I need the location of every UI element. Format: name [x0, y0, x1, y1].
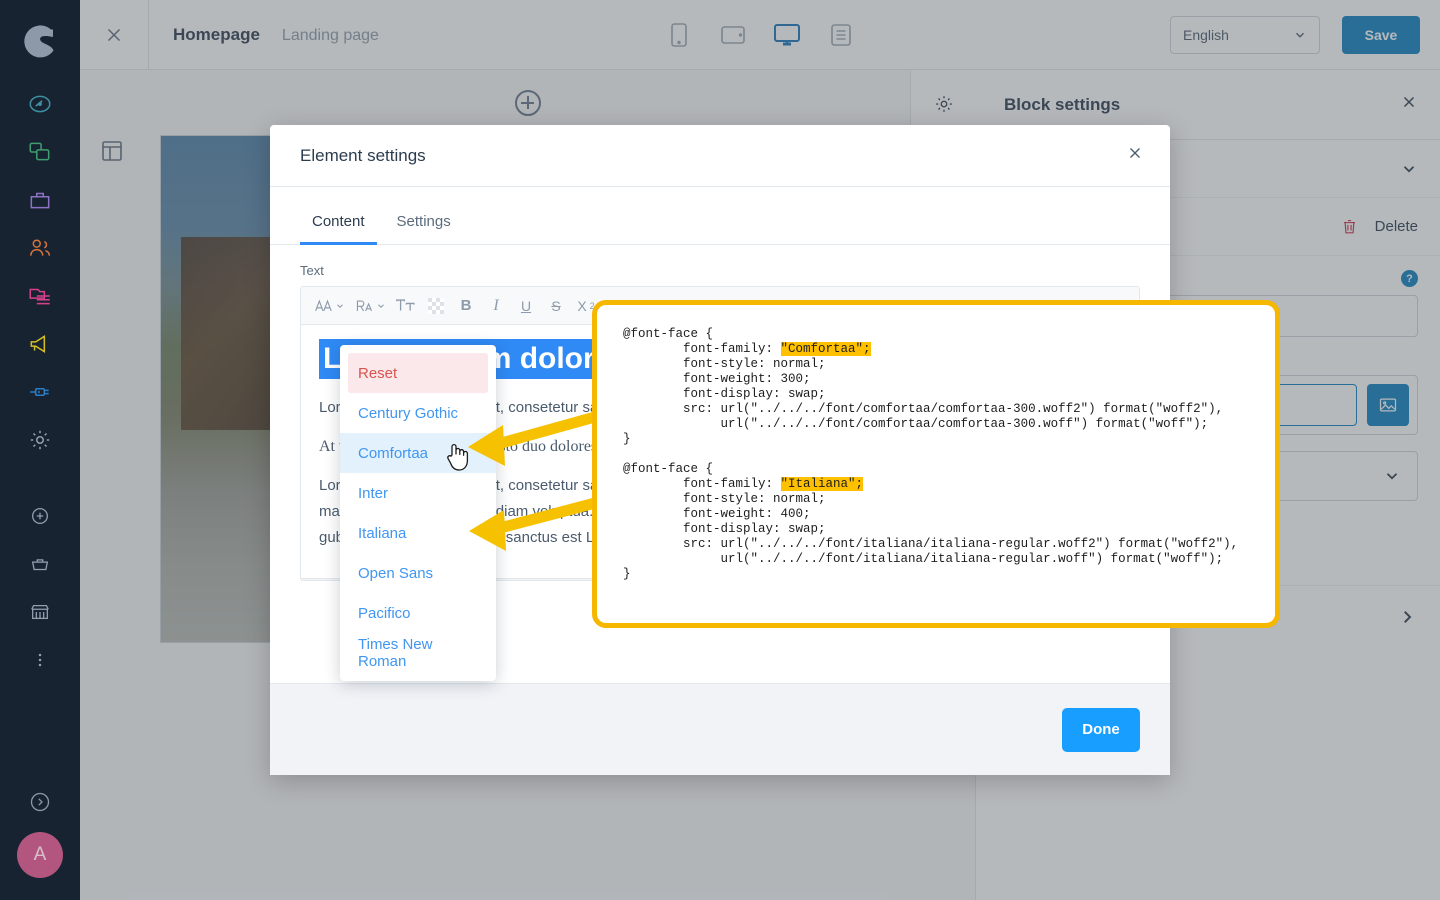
sidebar-item-marketing[interactable] [0, 320, 80, 368]
code-block: font-style: normal; font-weight: 300; fo… [623, 357, 1224, 446]
modal-title: Element settings [300, 145, 426, 165]
code-line: font-family: [623, 477, 781, 491]
font-family-icon[interactable] [311, 292, 348, 320]
tab-settings[interactable]: Settings [385, 205, 463, 245]
avatar-initial: A [33, 844, 47, 865]
sidebar-item-basket[interactable] [0, 540, 80, 588]
sidebar-item-catalogues[interactable] [0, 128, 80, 176]
code-highlight-comfortaa: "Comfortaa"; [780, 342, 871, 356]
font-family-dropdown: Reset Century Gothic Comfortaa Inter Ita… [340, 345, 496, 681]
font-option-pacifico[interactable]: Pacifico [340, 593, 496, 633]
code-highlight-italiana: "Italiana"; [780, 477, 864, 491]
sidebar-item-orders[interactable] [0, 176, 80, 224]
sidebar-item-settings[interactable] [0, 416, 80, 464]
avatar[interactable]: A [17, 832, 63, 878]
font-option-open-sans[interactable]: Open Sans [340, 553, 496, 593]
font-option-inter[interactable]: Inter [340, 473, 496, 513]
font-option-century-gothic[interactable]: Century Gothic [340, 393, 496, 433]
nav-icon-list [0, 80, 80, 684]
code-line: @font-face { [623, 462, 714, 476]
sidebar-item-content[interactable] [0, 272, 80, 320]
underline-icon[interactable]: U [513, 292, 539, 320]
font-option-comfortaa[interactable]: Comfortaa [340, 433, 496, 473]
code-line: font-family: [623, 342, 781, 356]
done-button[interactable]: Done [1062, 707, 1140, 752]
font-option-reset[interactable]: Reset [348, 353, 488, 393]
modal-footer: Done [270, 683, 1170, 775]
sidebar-collapse-toggle[interactable] [0, 772, 80, 832]
text-size-icon[interactable] [393, 292, 419, 320]
font-option-times-new-roman[interactable]: Times New Roman [340, 633, 496, 673]
shopware-logo-icon[interactable] [0, 0, 80, 80]
text-color-icon[interactable] [423, 292, 449, 320]
modal-close-button[interactable] [1126, 144, 1144, 168]
code-line: @font-face { [623, 327, 714, 341]
code-block: font-style: normal; font-weight: 400; fo… [623, 492, 1239, 581]
bold-icon[interactable]: B [453, 292, 479, 320]
sidebar-item-dashboard[interactable] [0, 80, 80, 128]
sidebar-item-customers[interactable] [0, 224, 80, 272]
font-size-icon[interactable] [352, 292, 389, 320]
left-sidebar: A [0, 0, 80, 900]
strikethrough-icon[interactable]: S [543, 292, 569, 320]
font-option-italiana[interactable]: Italiana [340, 513, 496, 553]
sidebar-item-storefront[interactable] [0, 588, 80, 636]
sidebar-item-add[interactable] [0, 492, 80, 540]
modal-tabs: Content Settings [270, 205, 1170, 245]
italic-icon[interactable]: I [483, 292, 509, 320]
modal-header: Element settings [270, 125, 1170, 187]
code-callout: @font-face { font-family: "Comfortaa"; f… [592, 300, 1280, 628]
sidebar-item-extensions[interactable] [0, 368, 80, 416]
sidebar-item-more[interactable] [0, 636, 80, 684]
tab-content[interactable]: Content [300, 205, 377, 245]
text-field-label: Text [300, 263, 324, 278]
